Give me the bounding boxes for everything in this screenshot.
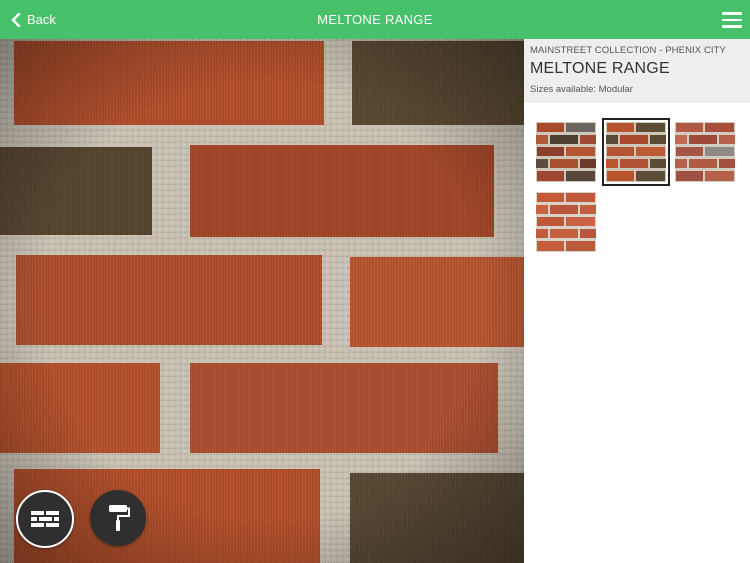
paint-roller-icon xyxy=(109,505,130,531)
product-info: MAINSTREET COLLECTION - PHENIX CITY MELT… xyxy=(524,39,750,103)
brick-wall-image xyxy=(0,39,524,563)
collection-label: MAINSTREET COLLECTION - PHENIX CITY xyxy=(530,45,726,56)
swatch-red-range[interactable] xyxy=(536,192,596,252)
brick-icon xyxy=(31,511,59,527)
page-title: MELTONE RANGE xyxy=(317,12,433,27)
brick-tool-button[interactable] xyxy=(16,490,74,548)
swatch-meltone-range[interactable] xyxy=(602,118,670,186)
swatch-red-gray-range[interactable] xyxy=(675,122,735,182)
swatch-mixed-range[interactable] xyxy=(536,122,596,182)
back-button[interactable]: Back xyxy=(11,0,56,39)
back-label: Back xyxy=(27,12,56,27)
sizes-available: Sizes available: Modular xyxy=(530,84,633,95)
top-bar: Back MELTONE RANGE xyxy=(0,0,750,39)
product-name: MELTONE RANGE xyxy=(530,60,670,77)
product-sidebar: MAINSTREET COLLECTION - PHENIX CITY MELT… xyxy=(524,39,750,563)
hamburger-menu-icon[interactable] xyxy=(722,9,742,29)
paint-tool-button[interactable] xyxy=(90,490,146,546)
brick-preview xyxy=(0,39,524,563)
chevron-left-icon xyxy=(11,12,21,27)
